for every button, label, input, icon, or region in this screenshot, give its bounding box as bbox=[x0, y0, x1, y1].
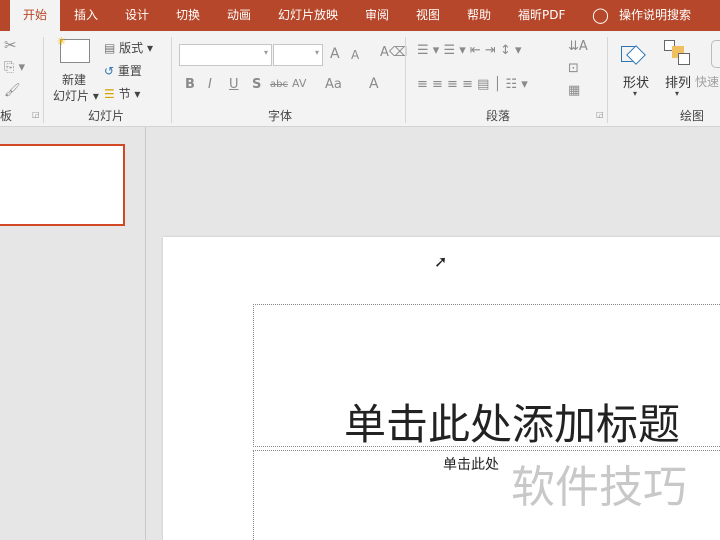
section-button[interactable]: ☰ 节 ▾ bbox=[104, 85, 140, 102]
dialog-launcher-icon[interactable]: ◲ bbox=[596, 110, 604, 119]
section-label: 节 bbox=[118, 87, 131, 101]
tab-view[interactable]: 视图 bbox=[416, 0, 440, 31]
slide-thumbnail-1[interactable] bbox=[0, 144, 125, 226]
tab-help[interactable]: 帮助 bbox=[467, 0, 491, 31]
chevron-down-icon: ▾ bbox=[633, 89, 638, 98]
align-icons[interactable]: ≡ ≡ ≡ ≡ ▤ │ ☷ ▾ bbox=[417, 77, 528, 92]
layout-button[interactable]: ▤ 版式 ▾ bbox=[104, 39, 153, 56]
format-painter-icon[interactable]: 🖌 bbox=[4, 83, 21, 98]
font-shrink-button[interactable]: A bbox=[351, 48, 359, 62]
reset-button[interactable]: ↺ 重置 bbox=[104, 62, 142, 79]
new-slide-label-2: 幻灯片 bbox=[53, 89, 90, 103]
tab-slideshow[interactable]: 幻灯片放映 bbox=[278, 0, 338, 31]
font-grow-button[interactable]: A bbox=[330, 46, 340, 62]
lightbulb-icon[interactable]: ◯ bbox=[592, 0, 609, 31]
clipboard-group-label: 板 bbox=[0, 109, 13, 123]
change-case-button[interactable]: Aa bbox=[325, 77, 342, 92]
dialog-launcher-icon[interactable]: ◲ bbox=[32, 110, 40, 119]
cut-icon[interactable]: ✂ bbox=[4, 36, 17, 54]
reset-label: 重置 bbox=[117, 64, 142, 78]
tab-design[interactable]: 设计 bbox=[125, 0, 149, 31]
new-slide-label-1[interactable]: 新建 bbox=[62, 71, 86, 88]
bold-button[interactable]: B bbox=[185, 77, 195, 92]
title-placeholder-text: 单击此处添加标题 bbox=[344, 400, 681, 449]
font-color-button[interactable]: A bbox=[369, 76, 379, 92]
text-direction-icon[interactable]: ⇊A bbox=[568, 39, 588, 54]
italic-button[interactable]: I bbox=[208, 77, 212, 92]
new-slide-icon[interactable]: ✳ bbox=[57, 35, 90, 63]
tab-insert[interactable]: 插入 bbox=[74, 0, 98, 31]
strikethrough-button[interactable]: abc bbox=[270, 79, 288, 90]
quick-styles-button[interactable]: 快速 bbox=[695, 73, 719, 90]
smartart-icon[interactable]: ▦ bbox=[568, 83, 580, 98]
arrange-icon[interactable] bbox=[664, 40, 692, 68]
shadow-button[interactable]: S bbox=[252, 77, 261, 92]
bullets-icon[interactable]: ☰ ▾ ☰ ▾ ⇤ ⇥ ↕ ▾ bbox=[417, 43, 522, 58]
font-group-label: 字体 bbox=[268, 109, 293, 123]
shapes-icon[interactable] bbox=[621, 40, 649, 68]
ribbon: ✂ ⎘ ▾ 🖌 板 ◲ ✳ 新建 幻灯片 ▾ ▤ 版式 ▾ ↺ 重置 ☰ 节 ▾… bbox=[0, 31, 720, 127]
chevron-down-icon: ▾ bbox=[675, 89, 680, 98]
title-placeholder[interactable]: 单击此处添加标题 bbox=[253, 304, 720, 449]
quick-styles-icon[interactable] bbox=[711, 40, 720, 68]
ribbon-tabs: 开始 插入 设计 切换 动画 幻灯片放映 审阅 视图 帮助 福昕PDF ◯ 操作… bbox=[0, 0, 720, 31]
tab-review[interactable]: 审阅 bbox=[365, 0, 389, 31]
subtitle-placeholder-text: 单击此处 bbox=[443, 457, 499, 473]
mouse-cursor-icon: ➚ bbox=[434, 252, 448, 271]
slides-group-label: 幻灯片 bbox=[88, 109, 125, 123]
tab-animations[interactable]: 动画 bbox=[227, 0, 251, 31]
new-slide-button[interactable]: 幻灯片 ▾ bbox=[53, 87, 99, 104]
tab-foxit-pdf[interactable]: 福昕PDF bbox=[518, 0, 565, 31]
paragraph-group-label: 段落 bbox=[486, 109, 511, 123]
watermark: 软件技巧 bbox=[503, 455, 720, 520]
copy-icon[interactable]: ⎘ ▾ bbox=[4, 60, 25, 75]
underline-button[interactable]: U bbox=[229, 77, 239, 92]
font-size-select[interactable]: ▾ bbox=[273, 44, 323, 66]
font-name-select[interactable]: ▾ bbox=[179, 44, 272, 66]
align-text-icon[interactable]: ⊡ bbox=[568, 61, 579, 76]
tab-home[interactable]: 开始 bbox=[10, 0, 61, 31]
clear-formatting-icon[interactable]: A⌫ bbox=[380, 45, 407, 60]
tell-me-search[interactable]: 操作说明搜索 bbox=[619, 0, 691, 31]
drawing-group-label: 绘图 bbox=[680, 109, 705, 123]
layout-label: 版式 bbox=[119, 41, 144, 55]
char-spacing-button[interactable]: AV bbox=[292, 77, 306, 90]
tab-transitions[interactable]: 切换 bbox=[176, 0, 200, 31]
slide-thumbnail-pane bbox=[0, 127, 146, 540]
